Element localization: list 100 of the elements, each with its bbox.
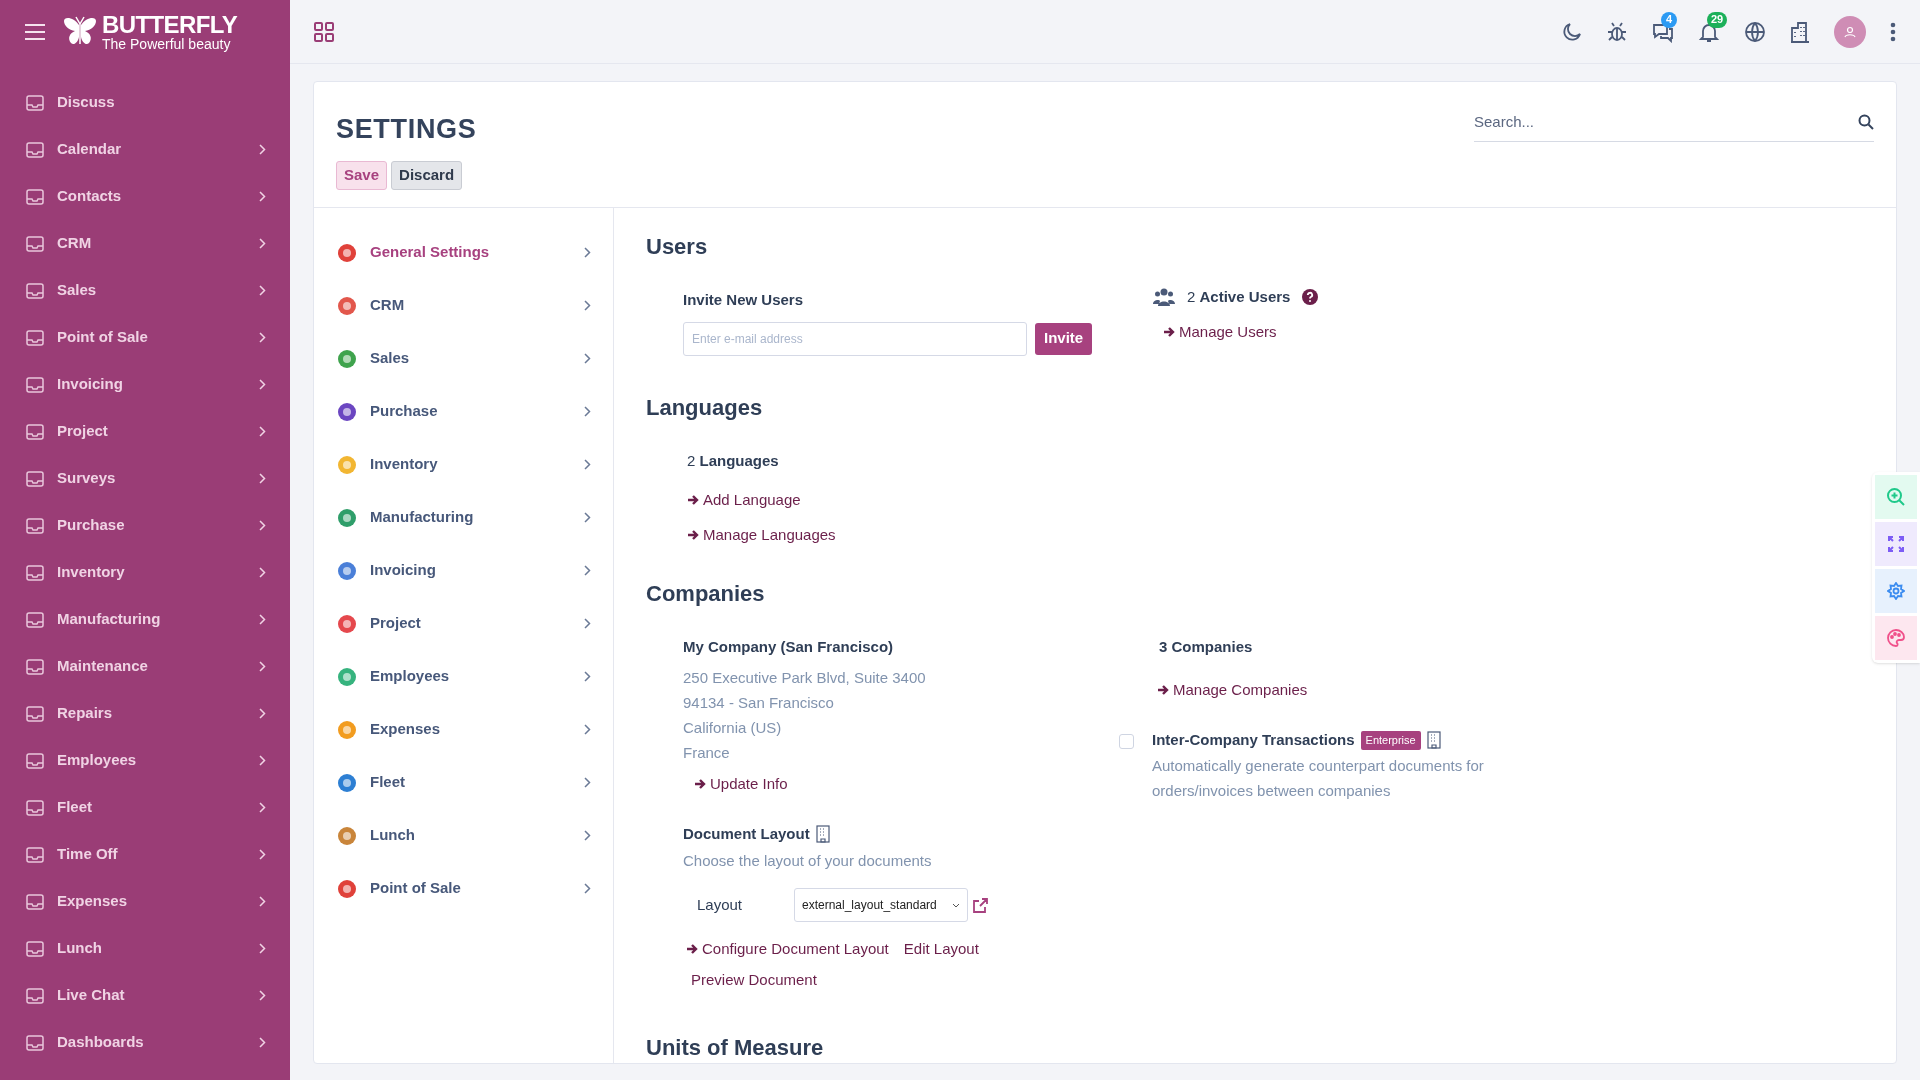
app-icon (25, 750, 45, 771)
fullscreen-button[interactable] (1875, 522, 1917, 566)
building-icon (1426, 731, 1441, 750)
settings-menu-item[interactable]: Lunch (314, 809, 613, 862)
sidebar-item[interactable]: CRM (0, 220, 290, 267)
globe-icon[interactable] (1744, 20, 1766, 43)
layout-select[interactable]: external_layout_standard (794, 888, 968, 922)
search-field[interactable]: Search... (1474, 102, 1858, 141)
message-count-badge: 4 (1661, 11, 1677, 28)
settings-menu-item[interactable]: Sales (314, 332, 613, 385)
settings-menu-item[interactable]: Project (314, 597, 613, 650)
search-icon[interactable] (1858, 113, 1874, 130)
chevron-right-icon (584, 618, 591, 629)
chevron-right-icon (259, 802, 266, 813)
sidebar-item[interactable]: Contacts (0, 173, 290, 220)
invite-button[interactable]: Invite (1035, 322, 1093, 355)
checkbox[interactable] (1119, 734, 1134, 749)
settings-menu-item[interactable]: Inventory (314, 438, 613, 491)
external-link-icon[interactable] (973, 897, 988, 913)
sidebar-item[interactable]: Live Chat (0, 972, 290, 1019)
settings-menu-item[interactable]: General Settings (314, 226, 613, 279)
sidebar-item[interactable]: Expenses (0, 878, 290, 925)
sidebar-item[interactable]: Purchase (0, 502, 290, 549)
chevron-right-icon (584, 459, 591, 470)
section-title: Users (646, 234, 709, 260)
discard-button[interactable]: Discard (391, 161, 463, 190)
app-icon (25, 139, 45, 160)
chevron-right-icon (584, 724, 591, 735)
notification-count-badge: 29 (1707, 11, 1728, 28)
link[interactable]: Add Language (687, 489, 801, 512)
settings-menu-item[interactable]: Point of Sale (314, 862, 613, 915)
settings-menu-item[interactable]: Expenses (314, 703, 613, 756)
apps-grid-icon[interactable] (314, 21, 334, 42)
settings-menu-item[interactable]: Invoicing (314, 544, 613, 597)
sidebar-item[interactable]: Point of Sale (0, 314, 290, 361)
sidebar-item[interactable]: Invoicing (0, 361, 290, 408)
chevron-right-icon (259, 473, 266, 484)
moon-icon[interactable] (1562, 21, 1582, 42)
more-options-icon[interactable] (1890, 21, 1896, 42)
description-text: Choose the layout of your documents (683, 850, 932, 871)
link[interactable]: Configure Document Layout (686, 938, 889, 961)
sidebar-item[interactable]: Lunch (0, 925, 290, 972)
sidebar-item[interactable]: Maintenance (0, 643, 290, 690)
sidebar-item[interactable]: Discuss (0, 79, 290, 126)
company-name: My Company (San Francisco) (683, 637, 894, 657)
sidebar-item[interactable]: Repairs (0, 690, 290, 737)
sidebar-item[interactable]: Surveys (0, 455, 290, 502)
sidebar-item[interactable]: Manufacturing (0, 596, 290, 643)
arrow-right-icon (694, 777, 706, 790)
chevron-right-icon (259, 849, 266, 860)
app-icon (25, 468, 45, 489)
building-icon[interactable] (1790, 20, 1810, 43)
chevron-right-icon (584, 830, 591, 841)
save-button[interactable]: Save (336, 161, 388, 190)
chevron-right-icon (259, 379, 266, 390)
sidebar-item[interactable]: Project (0, 408, 290, 455)
caret-icon (952, 902, 960, 908)
link[interactable]: Edit Layout (898, 938, 979, 961)
settings-menu-item[interactable]: Employees (314, 650, 613, 703)
link[interactable]: Preview Document (686, 968, 817, 991)
link[interactable]: Manage Languages (687, 523, 836, 546)
sidebar-item[interactable]: Dashboards (0, 1019, 290, 1066)
app-icon (25, 92, 45, 113)
chevron-right-icon (259, 990, 266, 1001)
app-icon (25, 938, 45, 959)
settings-menu-item[interactable]: Manufacturing (314, 491, 613, 544)
sidebar-item[interactable]: Employees (0, 737, 290, 784)
menu-icon[interactable] (24, 24, 46, 40)
sidebar-item[interactable]: Time Off (0, 831, 290, 878)
link[interactable]: Update Info (694, 772, 788, 795)
sidebar-item[interactable]: Sales (0, 267, 290, 314)
app-icon (25, 374, 45, 395)
active-users-count: 2 Active Users (1187, 287, 1291, 307)
link[interactable]: Manage Users (1163, 320, 1896, 343)
email-input-field[interactable]: Enter e-mail address (683, 321, 1027, 356)
link[interactable]: Manage Companies (1157, 678, 1308, 701)
settings-menu-item[interactable]: Fleet (314, 756, 613, 809)
chevron-right-icon (259, 520, 266, 531)
theme-palette-button[interactable] (1875, 616, 1917, 660)
settings-button[interactable] (1875, 569, 1917, 613)
settings-menu-item[interactable]: CRM (314, 279, 613, 332)
page-title: SETTINGS (336, 116, 477, 143)
app-icon (25, 233, 45, 254)
app-icon (25, 656, 45, 677)
settings-menu-item[interactable]: Purchase (314, 385, 613, 438)
chevron-right-icon (259, 614, 266, 625)
chevron-right-icon (584, 353, 591, 364)
sidebar-item[interactable]: Calendar (0, 126, 290, 173)
bug-icon[interactable] (1606, 20, 1628, 43)
address-line: 94134 - San Francisco (683, 692, 835, 713)
chevron-right-icon (259, 144, 266, 155)
address-line: California (US) (683, 717, 783, 738)
sidebar-item[interactable]: Fleet (0, 784, 290, 831)
sidebar-item[interactable]: Inventory (0, 549, 290, 596)
chevron-right-icon (584, 406, 591, 417)
chevron-right-icon (584, 512, 591, 523)
app-icon (25, 562, 45, 583)
app-icon (25, 703, 45, 724)
section-title: Companies (646, 581, 766, 607)
help-icon[interactable] (1302, 289, 1319, 306)
